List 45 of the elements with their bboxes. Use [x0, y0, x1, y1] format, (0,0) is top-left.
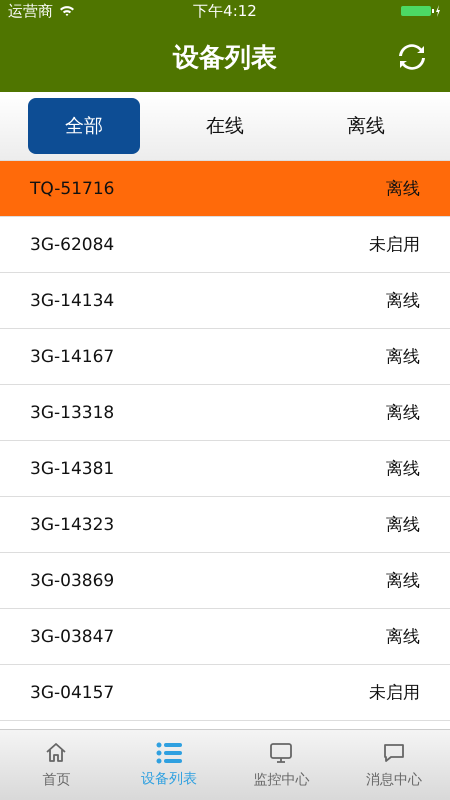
page-title: 设备列表 [173, 42, 277, 74]
device-status: 离线 [386, 570, 420, 592]
device-status: 离线 [386, 402, 420, 424]
device-row[interactable]: 3G-04157 未启用 [0, 665, 450, 721]
device-status: 离线 [386, 346, 420, 368]
nav-tab[interactable]: 消息中心 [338, 730, 450, 800]
device-status: 离线 [386, 458, 420, 480]
device-name: 3G-14134 [30, 290, 114, 310]
device-status: 未启用 [369, 234, 420, 256]
device-name: 3G-14323 [30, 514, 114, 534]
device-row[interactable]: 3G-62084 未启用 [0, 217, 450, 273]
device-status: 离线 [386, 626, 420, 648]
device-row[interactable]: 3G-14167 离线 [0, 329, 450, 385]
device-name: 3G-03869 [30, 570, 114, 590]
nav-tab[interactable]: 监控中心 [225, 730, 338, 800]
device-status: 未启用 [369, 682, 420, 704]
device-row[interactable]: 3G-14381 离线 [0, 441, 450, 497]
device-status: 离线 [386, 514, 420, 536]
list-icon [156, 742, 182, 764]
filter-tab[interactable]: 全部 [28, 98, 140, 154]
device-name: 3G-13318 [30, 402, 114, 422]
device-name: 3G-03847 [30, 626, 114, 646]
device-name: 3G-14381 [30, 458, 114, 478]
filter-tab[interactable]: 离线 [310, 98, 422, 154]
device-row[interactable]: TQ-51716 离线 [0, 161, 450, 217]
device-name: TQ-51716 [30, 178, 114, 198]
device-row[interactable]: 3G-14323 离线 [0, 497, 450, 553]
device-row[interactable]: 3G-03847 离线 [0, 609, 450, 665]
nav-tab[interactable]: 首页 [0, 730, 112, 800]
message-icon [382, 741, 406, 765]
home-icon [44, 741, 68, 765]
status-time: 下午4:12 [193, 2, 257, 20]
filter-tab[interactable]: 在线 [169, 98, 281, 154]
device-row[interactable]: 3G-03869 离线 [0, 553, 450, 609]
wifi-icon [59, 5, 75, 17]
device-row[interactable]: 3G-13318 离线 [0, 385, 450, 441]
device-status: 离线 [386, 178, 420, 200]
monitor-icon [269, 741, 294, 765]
carrier-name: 运营商 [8, 2, 53, 20]
device-name: 3G-14167 [30, 346, 114, 366]
refresh-icon[interactable] [398, 43, 426, 71]
device-row[interactable]: 3G-14134 离线 [0, 273, 450, 329]
device-status: 离线 [386, 290, 420, 312]
device-name: 3G-04157 [30, 682, 114, 702]
device-name: 3G-62084 [30, 234, 114, 254]
